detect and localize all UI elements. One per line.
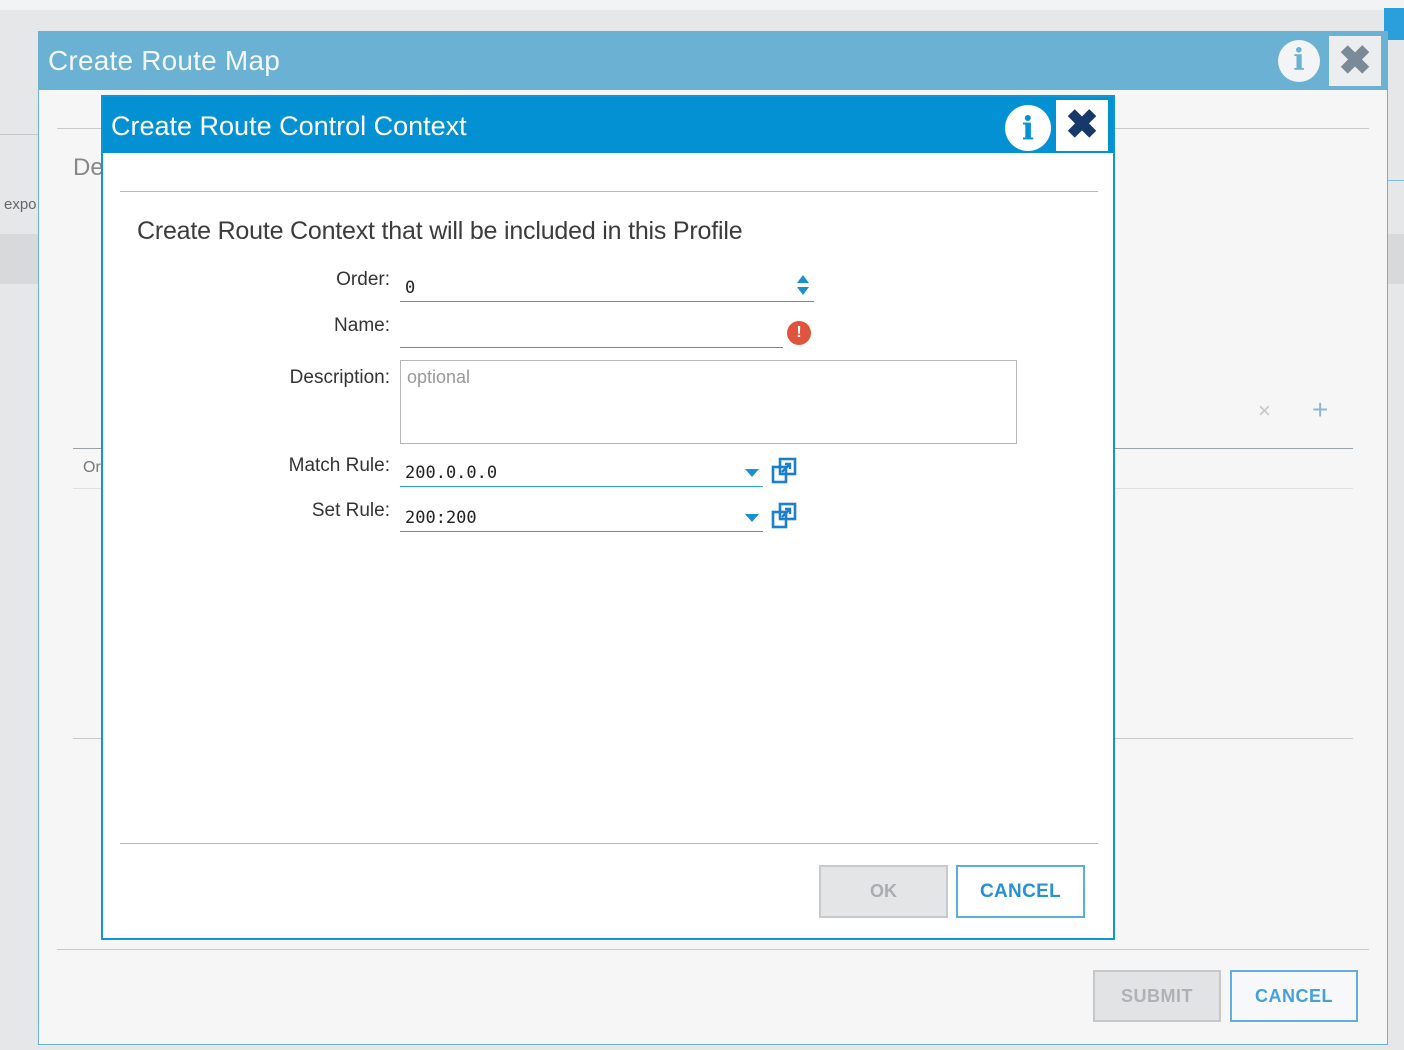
delete-icon[interactable]: ×	[1258, 398, 1271, 424]
match-rule-label: Match Rule:	[288, 455, 390, 476]
submit-button[interactable]: SUBMIT	[1093, 970, 1221, 1022]
divider	[1388, 180, 1404, 181]
cancel-button[interactable]: CANCEL	[956, 865, 1085, 918]
name-field[interactable]	[400, 318, 783, 348]
order-label: Order:	[336, 269, 390, 290]
spinner-down-icon[interactable]	[797, 287, 809, 295]
close-icon[interactable]: ✖	[1329, 36, 1381, 86]
info-icon[interactable]: i	[1278, 40, 1320, 82]
description-placeholder: optional	[407, 367, 471, 387]
background-row	[1388, 234, 1404, 284]
divider	[0, 134, 40, 135]
dialog-title: Create Route Control Context	[111, 111, 467, 141]
form-heading: Create Route Context that will be includ…	[137, 217, 743, 245]
order-field[interactable]: 0	[400, 272, 814, 302]
cancel-button[interactable]: CANCEL	[1230, 970, 1358, 1022]
dialog-title: Create Route Map	[48, 45, 280, 76]
top-strip	[0, 0, 1404, 10]
warning-icon: !	[787, 321, 811, 345]
chevron-down-icon[interactable]	[745, 469, 759, 477]
dialog-header: Create Route Map i ✖	[39, 32, 1387, 90]
divider	[120, 843, 1098, 844]
popout-icon[interactable]	[770, 457, 798, 485]
description-textarea[interactable]: optional	[400, 360, 1017, 444]
set-rule-value: 200:200	[405, 508, 477, 528]
dialog-header: Create Route Control Context i ✖	[103, 97, 1113, 153]
popout-icon[interactable]	[770, 502, 798, 530]
table-column-header[interactable]: Or	[83, 459, 101, 477]
set-rule-select[interactable]: 200:200	[400, 502, 763, 532]
create-route-control-context-dialog: Create Route Control Context i ✖ Create …	[101, 95, 1115, 940]
add-icon[interactable]: +	[1312, 394, 1328, 426]
divider	[120, 191, 1098, 192]
chevron-down-icon[interactable]	[745, 514, 759, 522]
match-rule-select[interactable]: 200.0.0.0	[400, 457, 763, 487]
spinner-icon[interactable]	[796, 275, 810, 299]
background-text: expo	[4, 196, 37, 213]
description-label: Description:	[289, 367, 390, 388]
order-value: 0	[405, 278, 416, 298]
divider	[57, 949, 1369, 950]
set-rule-label: Set Rule:	[311, 500, 390, 521]
background-row	[0, 234, 40, 284]
section-label: De	[73, 154, 104, 181]
ok-button[interactable]: OK	[819, 865, 948, 918]
match-rule-value: 200.0.0.0	[405, 463, 498, 483]
info-icon[interactable]: i	[1005, 105, 1051, 151]
name-label: Name:	[334, 315, 390, 336]
spinner-up-icon[interactable]	[797, 275, 809, 283]
close-icon[interactable]: ✖	[1056, 100, 1108, 151]
